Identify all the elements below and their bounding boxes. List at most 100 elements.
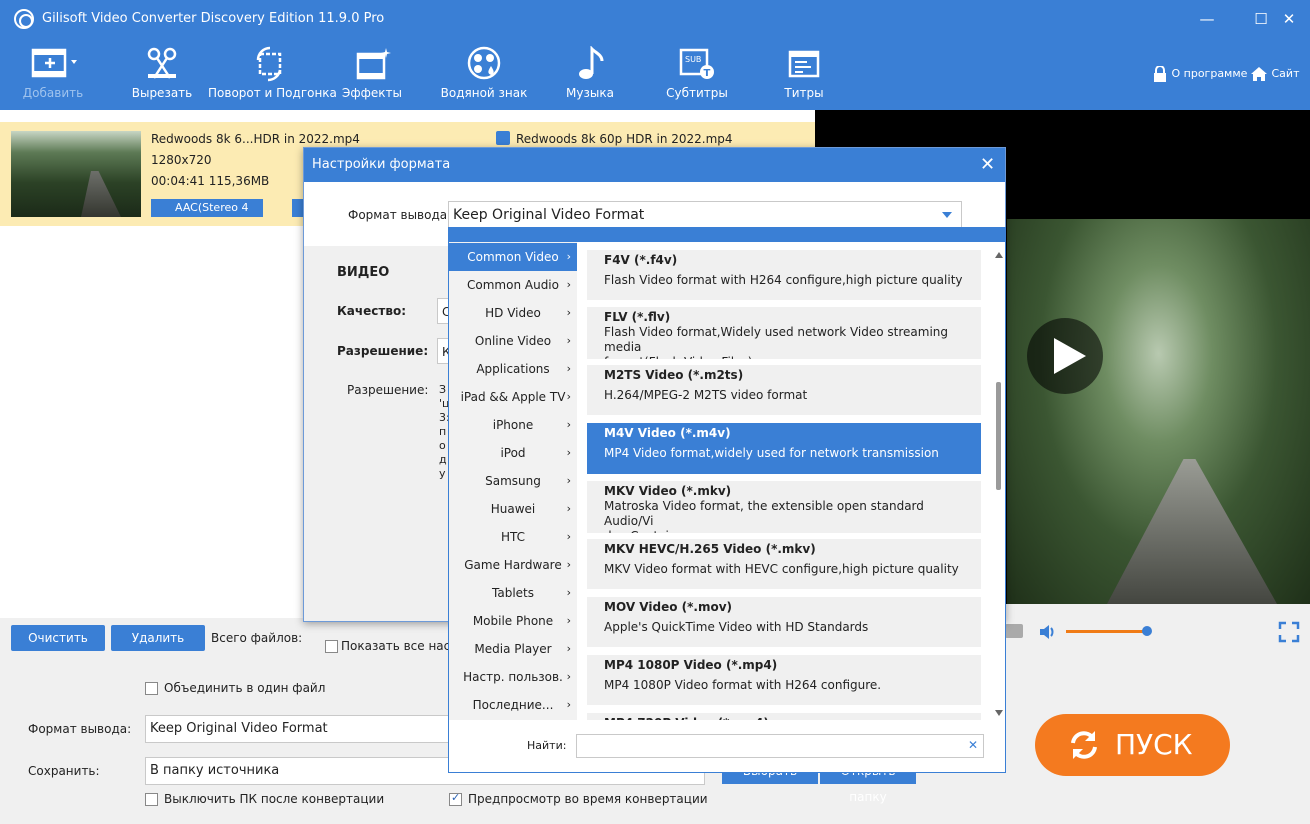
- titles-label: Титры: [784, 86, 824, 100]
- category-label: Huawei: [490, 502, 536, 516]
- close-button[interactable]: ✕: [1276, 6, 1302, 32]
- format-item[interactable]: MP4 1080P Video (*.mp4) MP4 1080P Video f…: [587, 655, 981, 705]
- category-label: Samsung: [485, 474, 541, 488]
- delete-button[interactable]: Удалить: [111, 625, 205, 651]
- category-item[interactable]: Последние... ›: [449, 691, 577, 719]
- format-item[interactable]: F4V (*.f4v) Flash Video format with H264 …: [587, 250, 981, 300]
- edit-icon[interactable]: [496, 131, 510, 145]
- format-title: MOV Video (*.mov): [604, 600, 732, 614]
- format-title: M4V Video (*.m4v): [604, 426, 731, 440]
- category-item[interactable]: Game Hardware ›: [449, 551, 577, 579]
- format-item[interactable]: MKV Video (*.mkv) Matroska Video format, …: [587, 481, 981, 533]
- scroll-up-icon[interactable]: [995, 252, 1003, 258]
- category-item[interactable]: Samsung ›: [449, 467, 577, 495]
- format-description: deo Container: [604, 529, 964, 533]
- category-item[interactable]: Huawei ›: [449, 495, 577, 523]
- format-description: Matroska Video format, the extensible op…: [604, 499, 924, 528]
- format-description: MKV Video format with HEVC configure,hig…: [604, 562, 959, 576]
- music-label: Музыка: [566, 86, 614, 100]
- resolution-note-label: Разрешение:: [347, 383, 429, 397]
- audio-track-select[interactable]: AAC(Stereo 4: [151, 199, 263, 217]
- show-all-label: Показать все настр: [341, 639, 465, 653]
- music-button[interactable]: Музыка: [560, 46, 620, 106]
- rotate-crop-button[interactable]: Поворот и Подгонка: [208, 46, 337, 106]
- chevron-down-icon[interactable]: [942, 212, 952, 218]
- clear-search-icon[interactable]: ✕: [968, 738, 978, 752]
- output-file-name: Redwoods 8k 60p HDR in 2022.mp4: [516, 132, 733, 146]
- cut-button[interactable]: Вырезать: [126, 46, 198, 106]
- category-item[interactable]: HTC ›: [449, 523, 577, 551]
- chevron-right-icon: ›: [566, 362, 571, 375]
- chevron-right-icon: ›: [566, 558, 571, 571]
- category-item[interactable]: iPad && Apple TV ›: [449, 383, 577, 411]
- app-logo-icon: [14, 9, 34, 29]
- dialog-format-select[interactable]: Keep Original Video Format: [448, 201, 962, 229]
- watermark-button[interactable]: Водяной знак: [440, 46, 528, 106]
- category-label: Common Audio: [467, 278, 559, 292]
- site-link[interactable]: Сайт: [1250, 66, 1299, 82]
- category-label: Tablets: [492, 586, 534, 600]
- dialog-format-label: Формат вывода: [348, 208, 448, 222]
- chevron-right-icon: ›: [566, 306, 571, 319]
- format-item[interactable]: M4V Video (*.m4v) MP4 Video format,widely…: [587, 423, 981, 474]
- category-label: Game Hardware: [464, 558, 562, 572]
- category-item[interactable]: iPhone ›: [449, 411, 577, 439]
- maximize-button[interactable]: ☐: [1248, 6, 1274, 32]
- titles-button[interactable]: Титры: [778, 46, 830, 106]
- about-link[interactable]: О программе: [1152, 65, 1247, 82]
- start-button[interactable]: ПУСК: [1035, 714, 1230, 776]
- format-description: H.264/MPEG-2 M2TS video format: [604, 388, 808, 402]
- play-icon[interactable]: [1027, 318, 1103, 394]
- fullscreen-icon[interactable]: [1278, 621, 1300, 643]
- format-item[interactable]: M2TS Video (*.m2ts) H.264/MPEG-2 M2TS vid…: [587, 365, 981, 415]
- total-files-label: Всего файлов:: [211, 631, 303, 645]
- chevron-right-icon: ›: [566, 586, 571, 599]
- format-item[interactable]: FLV (*.flv) Flash Video format,Widely use…: [587, 307, 981, 359]
- search-input[interactable]: [576, 734, 984, 758]
- category-item[interactable]: Online Video ›: [449, 327, 577, 355]
- titles-icon: [788, 50, 820, 78]
- category-item[interactable]: iPod ›: [449, 439, 577, 467]
- dialog-close-button[interactable]: ✕: [980, 154, 995, 175]
- video-section-title: ВИДЕО: [337, 265, 390, 280]
- format-title: MKV HEVC/H.265 Video (*.mkv): [604, 542, 816, 556]
- format-item[interactable]: MOV Video (*.mov) Apple's QuickTime Video…: [587, 597, 981, 647]
- chevron-right-icon: ›: [566, 334, 571, 347]
- subtitles-button[interactable]: SUB T Субтитры: [664, 46, 730, 106]
- scroll-thumb[interactable]: [996, 382, 1001, 490]
- preview-checkbox[interactable]: [449, 791, 462, 806]
- volume-icon[interactable]: [1038, 623, 1058, 641]
- volume-slider[interactable]: [1066, 630, 1146, 633]
- format-item[interactable]: MP4 720P Video (*.mp4): [587, 713, 981, 720]
- category-label: Common Video: [467, 250, 559, 264]
- merge-checkbox[interactable]: [145, 682, 158, 695]
- category-item[interactable]: Media Player ›: [449, 635, 577, 663]
- effects-button[interactable]: Эффекты: [338, 46, 406, 106]
- folder-icon[interactable]: [1005, 624, 1023, 638]
- scroll-down-icon[interactable]: [995, 710, 1003, 716]
- category-label: iPhone: [492, 418, 534, 432]
- category-label: Последние...: [472, 698, 554, 712]
- category-item[interactable]: HD Video ›: [449, 299, 577, 327]
- category-item[interactable]: Common Audio ›: [449, 271, 577, 299]
- volume-knob[interactable]: [1142, 626, 1152, 636]
- minimize-button[interactable]: —: [1194, 6, 1220, 32]
- shutdown-checkbox[interactable]: [145, 793, 158, 806]
- category-item[interactable]: Tablets ›: [449, 579, 577, 607]
- watermark-label: Водяной знак: [440, 86, 528, 100]
- category-item[interactable]: Настр. пользов. ›: [449, 663, 577, 691]
- clear-button[interactable]: Очистить: [11, 625, 105, 651]
- category-item[interactable]: Common Video ›: [449, 243, 577, 271]
- chevron-right-icon: ›: [566, 670, 571, 683]
- category-item[interactable]: Mobile Phone ›: [449, 607, 577, 635]
- category-label: Online Video: [474, 334, 552, 348]
- chevron-right-icon: ›: [566, 418, 571, 431]
- format-title: MKV Video (*.mkv): [604, 484, 732, 498]
- format-item[interactable]: MKV HEVC/H.265 Video (*.mkv) MKV Video fo…: [587, 539, 981, 589]
- format-title: FLV (*.flv): [604, 310, 671, 324]
- category-item[interactable]: Applications ›: [449, 355, 577, 383]
- add-button[interactable]: Добавить: [18, 46, 88, 106]
- category-label: iPad && Apple TV: [460, 390, 566, 404]
- file-duration-size: 00:04:41 115,36MB: [151, 174, 270, 188]
- show-all-checkbox[interactable]: [325, 640, 338, 653]
